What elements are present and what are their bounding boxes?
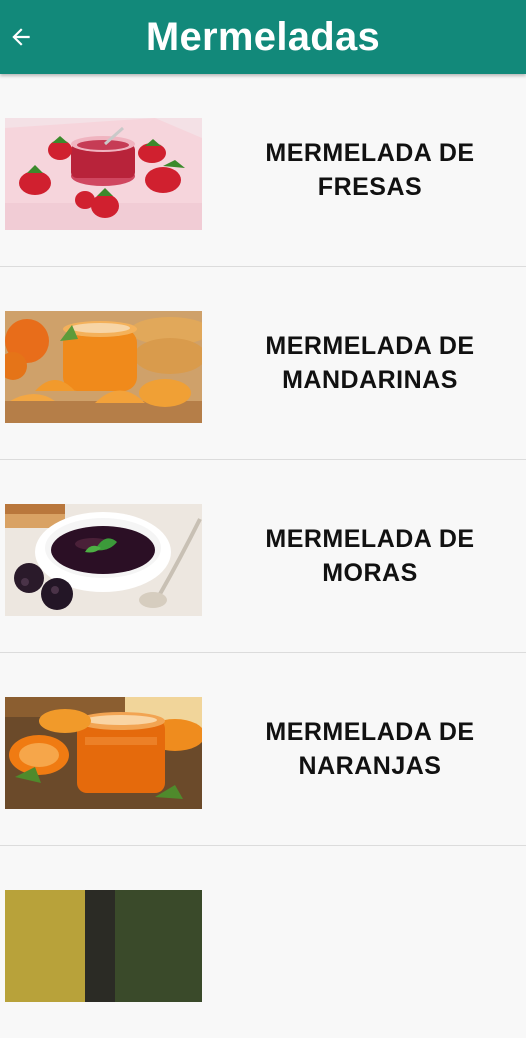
- list-item-partial[interactable]: [0, 846, 526, 1038]
- strawberry-jam-image: [5, 118, 202, 230]
- orange-jam-image: [5, 697, 202, 809]
- item-label: MERMELADA DE MANDARINAS: [214, 267, 526, 459]
- list-item-mandarinas[interactable]: MERMELADA DE MANDARINAS: [0, 267, 526, 460]
- item-label-line2: NARANJAS: [298, 752, 442, 780]
- item-label: MERMELADA DE FRESAS: [214, 74, 526, 266]
- tangerine-jam-image: [5, 311, 202, 423]
- item-label: MERMELADA DE MORAS: [214, 460, 526, 652]
- list-item-fresas[interactable]: MERMELADA DE FRESAS: [0, 74, 526, 267]
- item-label-line1: MERMELADA DE: [265, 332, 475, 360]
- item-label-line2: MANDARINAS: [282, 366, 458, 394]
- jam-image-partial: [5, 890, 202, 1002]
- item-label-line2: MORAS: [322, 559, 418, 587]
- item-label: MERMELADA DE NARANJAS: [214, 653, 526, 845]
- item-label-line2: FRESAS: [317, 173, 423, 201]
- item-label-line1: MERMELADA DE: [265, 139, 475, 167]
- item-label-line1: MERMELADA DE: [265, 525, 475, 553]
- jam-list: MERMELADA DE FRESAS MERMELADA DE MANDARI…: [0, 74, 526, 1038]
- page-title: Mermeladas: [145, 14, 381, 59]
- list-item-moras[interactable]: MERMELADA DE MORAS: [0, 460, 526, 653]
- item-label-line1: MERMELADA DE: [265, 718, 475, 746]
- back-button[interactable]: [4, 18, 38, 56]
- list-item-naranjas[interactable]: MERMELADA DE NARANJAS: [0, 653, 526, 846]
- arrow-left-icon: [12, 28, 30, 46]
- blackberry-jam-image: [5, 504, 202, 616]
- app-bar: Mermeladas: [0, 0, 526, 74]
